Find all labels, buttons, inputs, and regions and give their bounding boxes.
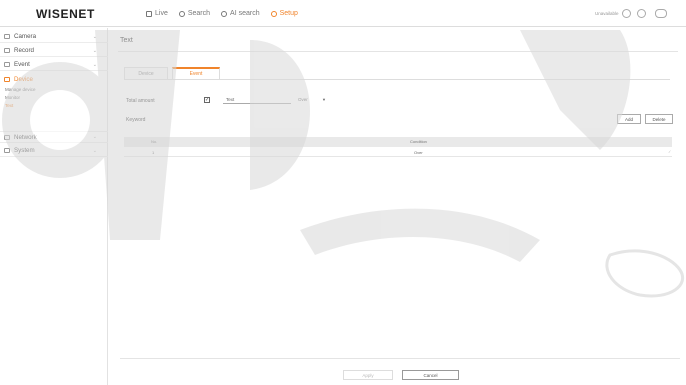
wisenet-logo: WISENET	[36, 7, 95, 21]
delete-button[interactable]: Delete	[645, 114, 673, 124]
camera-icon	[4, 34, 10, 39]
main-nav: Live Search AI search Setup	[146, 10, 298, 17]
total-amount-text-field[interactable]: Text	[223, 96, 291, 104]
sidebar-item-camera[interactable]: Camera ⌄	[0, 31, 108, 43]
sidebar-item-label: Record	[14, 47, 34, 54]
network-icon	[4, 134, 10, 140]
dropdown-arrow-icon: ▼	[322, 97, 326, 102]
event-icon	[4, 62, 10, 67]
condition-select[interactable]: Over ▼	[298, 96, 328, 104]
chevron-down-icon: ⌄	[92, 134, 97, 140]
gear-icon	[270, 10, 277, 17]
divider	[118, 51, 678, 52]
nav-ai-search-label: AI search	[230, 10, 260, 17]
nav-search[interactable]: Search	[178, 10, 211, 17]
sidebar-item-record[interactable]: Record ⌄	[0, 45, 108, 57]
chevron-down-icon: ⌄	[92, 147, 97, 154]
table-header: No. Condition	[124, 137, 672, 147]
row-edit-icon[interactable]: ⁄	[669, 149, 670, 154]
sidebar-item-label: Device	[14, 75, 33, 83]
sidebar: Camera ⌄ Record ⌄ Event ⌄ Device Manage …	[0, 28, 108, 385]
sidebar-item-label: Network	[14, 133, 37, 141]
keyword-label: Keyword	[126, 117, 146, 123]
monitor-icon	[146, 10, 152, 17]
nav-search-label: Search	[187, 10, 211, 17]
total-amount-label: Total amount	[126, 98, 155, 104]
cell-no: 1	[152, 150, 155, 155]
sidebar-item-network[interactable]: Network ⌄	[0, 131, 108, 143]
device-icon	[4, 76, 10, 82]
tab-device[interactable]: Device	[124, 67, 168, 79]
nav-setup[interactable]: Setup	[270, 10, 298, 17]
ai-search-icon	[221, 10, 228, 17]
chevron-down-icon: ⌄	[92, 61, 97, 68]
nav-live-label: Live	[155, 10, 168, 17]
info-icon[interactable]	[637, 9, 646, 18]
system-icon	[4, 148, 10, 153]
footer-divider	[120, 358, 680, 359]
sidebar-item-label: System	[14, 147, 35, 154]
sidebar-sub-text[interactable]: Text	[5, 103, 13, 108]
total-amount-checkbox[interactable]: ✓	[204, 97, 210, 103]
cell-condition: Over	[414, 150, 423, 155]
tab-event[interactable]: Event	[172, 67, 220, 79]
sidebar-item-label: Camera	[14, 33, 37, 40]
page-title: Text	[120, 37, 133, 44]
table-row[interactable]: 1 Over ⁄	[124, 147, 672, 157]
logout-icon[interactable]	[655, 9, 667, 18]
nav-ai-search[interactable]: AI search	[221, 10, 260, 17]
column-header-condition: Condition	[410, 139, 427, 144]
sidebar-item-event[interactable]: Event ⌄	[0, 59, 108, 71]
user-name[interactable]: Unavailable	[595, 11, 619, 16]
chevron-down-icon: ⌄	[92, 33, 97, 40]
sidebar-item-device[interactable]: Device	[0, 73, 108, 85]
column-header-no: No.	[151, 139, 158, 144]
condition-select-value: Over	[298, 97, 308, 102]
sidebar-item-label: Event	[14, 61, 30, 68]
search-icon	[178, 10, 185, 17]
sidebar-item-system[interactable]: System ⌄	[0, 145, 108, 157]
chevron-down-icon: ⌄	[92, 47, 97, 54]
cancel-button[interactable]: Cancel	[402, 370, 459, 380]
sidebar-sub-monitor[interactable]: Monitor	[5, 95, 20, 100]
add-button[interactable]: Add	[617, 114, 641, 124]
apply-button[interactable]: Apply	[343, 370, 393, 380]
sidebar-sub-manage-device[interactable]: Manage device	[5, 87, 36, 92]
nav-setup-label: Setup	[279, 10, 298, 17]
nav-live[interactable]: Live	[146, 10, 168, 17]
tab-divider	[124, 79, 670, 80]
record-icon	[4, 48, 10, 53]
top-bar: WISENET Live Search AI search Setup Unav…	[0, 0, 686, 27]
help-icon[interactable]	[622, 9, 631, 18]
